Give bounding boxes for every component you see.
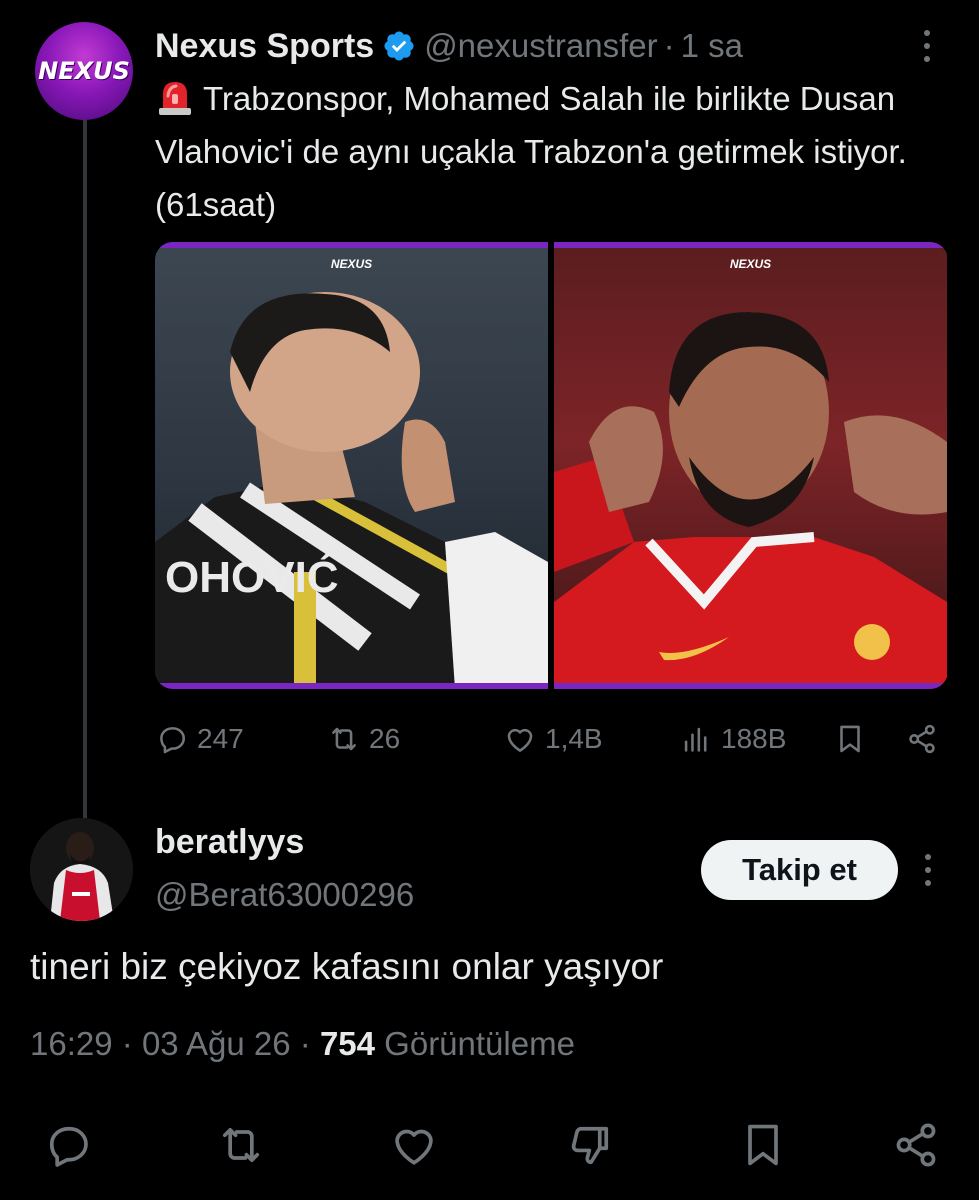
dislike-button[interactable] [560,1115,620,1175]
reply-icon [49,1126,88,1167]
author-handle[interactable]: @nexustransfer [424,27,657,65]
heart-icon [395,1129,433,1165]
separator-dot: · [663,27,675,64]
player-silhouette-right [554,312,947,689]
reply-views-count: 754 [319,1025,375,1062]
reply-icon [160,727,186,754]
bookmark-icon [840,725,860,753]
tweet-text: Trabzonspor, Mohamed Salah ile birlikte … [155,72,935,231]
repost-button[interactable] [211,1115,271,1175]
reply-views-label: Görüntüleme [384,1025,575,1062]
reply-author-handle[interactable]: @Berat63000296 [155,876,414,914]
more-options-icon[interactable] [915,26,939,66]
heart-icon [507,728,533,752]
share-icon [909,724,935,754]
repost-icon [332,727,356,751]
reply-avatar-image [30,818,133,921]
repost-icon [222,1127,260,1163]
tweet-header: Nexus Sports @nexustransfer · 1 sa [155,22,915,70]
svg-text:OHOVIĆ: OHOVIĆ [165,552,339,602]
tweet-actions-bar: 247 26 1,4B 188B [155,716,945,762]
reply-text: tineri biz çekiyoz kafasını onlar yaşıyo… [30,946,664,987]
reply-avatar[interactable] [30,818,133,921]
reply-meta: 16:29 · 03 Ağu 26 · 754 Görüntüleme [30,1025,575,1063]
meta-separator: · [299,1025,311,1062]
views-action[interactable]: 188B [679,716,786,762]
like-count: 1,4B [545,723,603,754]
reply-button[interactable] [38,1115,98,1175]
follow-button[interactable]: Takip et [701,840,898,900]
bookmark-action[interactable] [833,716,875,762]
share-action[interactable] [905,716,947,762]
photo-player-right[interactable]: NEXUS [554,242,947,689]
reply-author-name[interactable]: beratlyys [155,823,304,862]
media-bottom-bar [155,683,548,689]
siren-emoji-icon [159,82,191,115]
media-bottom-bar [554,683,947,689]
author-name[interactable]: Nexus Sports [155,27,374,66]
author-avatar[interactable]: NEXUS [35,22,133,120]
analytics-icon [684,727,707,752]
photo-player-left[interactable]: NEXUS OHOVIĆ [155,242,548,689]
meta-separator: · [121,1025,133,1062]
verified-badge-icon [384,31,414,61]
reply-action[interactable]: 247 [155,716,244,762]
reply-date: 03 Ağu 26 [141,1025,291,1062]
thread-connector-line [83,118,87,823]
reply-more-options-icon[interactable] [917,852,939,888]
like-button[interactable] [384,1115,444,1175]
bookmark-icon [748,1124,778,1166]
tweet-body: Trabzonspor, Mohamed Salah ile birlikte … [155,80,907,223]
share-icon [896,1123,936,1167]
reply-time: 16:29 [30,1025,113,1062]
repost-action[interactable]: 26 [327,716,400,762]
player-silhouette-left: OHOVIĆ [155,292,548,689]
tweet-media-grid[interactable]: NEXUS OHOVIĆ NEXUS [155,242,948,689]
views-count: 188B [721,723,787,754]
like-action[interactable]: 1,4B [503,716,603,762]
reply-actions-bar [0,1115,979,1175]
share-button[interactable] [886,1115,946,1175]
thumbs-down-icon [571,1126,609,1165]
nexus-logo: NEXUS [38,57,130,85]
repost-count: 26 [369,723,401,754]
reply-count: 247 [197,723,244,754]
tweet-time[interactable]: 1 sa [681,27,743,65]
bookmark-button[interactable] [733,1115,793,1175]
